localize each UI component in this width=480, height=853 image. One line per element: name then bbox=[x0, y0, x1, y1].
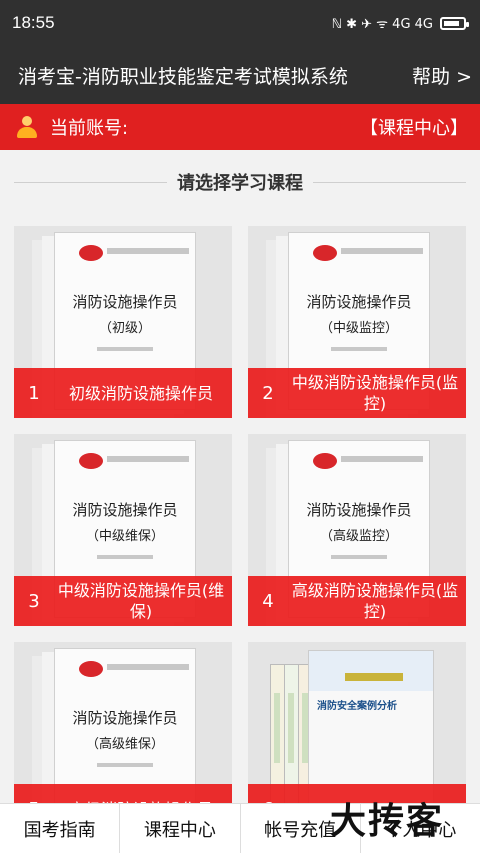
course-number: 2 bbox=[262, 382, 274, 404]
account-bar: 当前账号: 【课程中心】 bbox=[0, 104, 480, 150]
status-bar: 18:55 ℕ ✱ ✈ ᯤ 4G 4G bbox=[0, 0, 480, 46]
course-center-label: 【课程中心】 bbox=[360, 118, 468, 139]
course-banner: 4 高级消防设施操作员(监控) bbox=[248, 576, 466, 626]
status-time: 18:55 bbox=[12, 13, 55, 32]
course-name: 中级消防设施操作员(监控) bbox=[291, 373, 459, 413]
course-number: 4 bbox=[262, 590, 274, 612]
publisher-logo-icon bbox=[79, 453, 103, 469]
status-signal-icons: ℕ ✱ ✈ ᯤ 4G 4G bbox=[331, 17, 433, 32]
section-title: 请选择学习课程 bbox=[14, 168, 466, 196]
publisher-logo-icon bbox=[79, 661, 103, 677]
book-subtitle: （初级） bbox=[98, 321, 151, 336]
tab-course-center[interactable]: 课程中心 bbox=[120, 804, 241, 853]
course-name: 初级消防设施操作员 bbox=[68, 383, 213, 403]
book-subtitle: （高级监控） bbox=[319, 529, 398, 544]
publisher-logo-icon bbox=[79, 245, 103, 261]
book-subtitle: （高级维保） bbox=[85, 737, 164, 752]
course-number: 3 bbox=[28, 590, 40, 612]
publisher-logo-icon bbox=[313, 453, 337, 469]
book-subtitle: （中级维保） bbox=[85, 529, 164, 544]
book-title: 消防设施操作员 bbox=[72, 501, 178, 519]
course-banner: 3 中级消防设施操作员(维保) bbox=[14, 576, 232, 626]
book-title: 消防设施操作员 bbox=[306, 501, 412, 519]
account-label: 当前账号: bbox=[50, 118, 129, 139]
battery-icon bbox=[440, 16, 469, 30]
course-card-2[interactable]: 消防设施操作员 （中级监控） 2 中级消防设施操作员(监控) bbox=[248, 226, 466, 418]
course-number: 1 bbox=[28, 382, 40, 404]
course-card-3[interactable]: 消防设施操作员 （中级维保） 3 中级消防设施操作员(维保) bbox=[14, 434, 232, 626]
help-link[interactable]: 帮助 > bbox=[412, 62, 472, 89]
user-icon bbox=[16, 116, 38, 138]
course-card-1[interactable]: 消防设施操作员 （初级） 1 初级消防设施操作员 bbox=[14, 226, 232, 418]
book-title: 消防设施操作员 bbox=[72, 293, 178, 311]
section-title-text: 请选择学习课程 bbox=[177, 173, 303, 194]
course-banner: 2 中级消防设施操作员(监控) bbox=[248, 368, 466, 418]
book-title: 消防安全案例分析 bbox=[317, 701, 397, 712]
course-name: 中级消防设施操作员(维保) bbox=[57, 581, 225, 621]
app-title: 消考宝-消防职业技能鉴定考试模拟系统 bbox=[18, 65, 348, 88]
status-icons: ℕ ✱ ✈ ᯤ 4G 4G bbox=[331, 14, 469, 32]
book-title: 消防设施操作员 bbox=[72, 709, 178, 727]
course-name: 高级消防设施操作员(监控) bbox=[291, 581, 459, 621]
tab-exam-guide[interactable]: 国考指南 bbox=[0, 804, 121, 853]
course-banner: 1 初级消防设施操作员 bbox=[14, 368, 232, 418]
watermark: 大抟客 bbox=[330, 801, 445, 842]
course-card-4[interactable]: 消防设施操作员 （高级监控） 4 高级消防设施操作员(监控) bbox=[248, 434, 466, 626]
title-bar: 消考宝-消防职业技能鉴定考试模拟系统 帮助 > bbox=[0, 46, 480, 104]
book-subtitle: （中级监控） bbox=[319, 321, 398, 336]
publisher-logo-icon bbox=[313, 245, 337, 261]
book-title: 消防设施操作员 bbox=[306, 293, 412, 311]
